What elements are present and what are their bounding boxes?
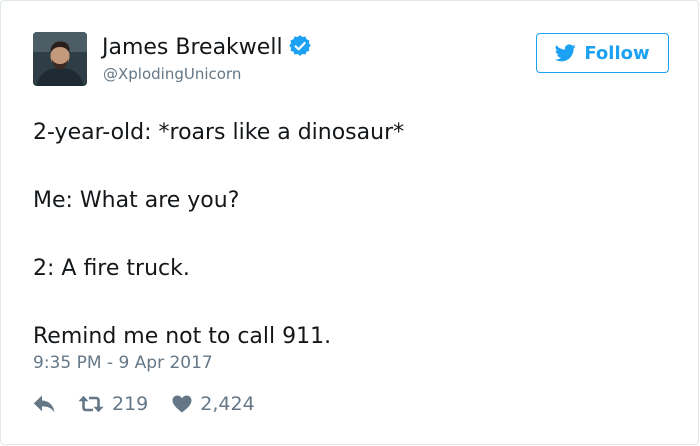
tweet-line: Remind me not to call 911. <box>33 324 332 349</box>
like-count: 2,424 <box>200 393 255 415</box>
like-button[interactable]: 2,424 <box>172 393 255 415</box>
follow-button-label: Follow <box>584 42 650 64</box>
reply-arrow-icon <box>33 395 55 413</box>
retweet-icon <box>78 395 104 413</box>
tweet-line: Me: What are you? <box>33 188 240 213</box>
tweet-card: James Breakwell @XplodingUnicorn Follow … <box>0 0 699 445</box>
author-handle[interactable]: @XplodingUnicorn <box>103 64 241 84</box>
avatar-photo <box>33 32 87 86</box>
tweet-text: 2-year-old: *roars like a dinosaur* Me: … <box>33 116 673 354</box>
tweet-line: 2: A fire truck. <box>33 256 190 281</box>
heart-icon <box>172 395 192 413</box>
retweet-button[interactable]: 219 <box>78 393 148 415</box>
retweet-count: 219 <box>112 393 149 415</box>
tweet-line: 2-year-old: *roars like a dinosaur* <box>33 120 405 145</box>
tweet-actions: 219 2,424 <box>33 390 255 418</box>
tweet-timestamp[interactable]: 9:35 PM - 9 Apr 2017 <box>33 351 213 375</box>
follow-button[interactable]: Follow <box>536 33 669 73</box>
author-name-text: James Breakwell <box>102 35 283 60</box>
twitter-bird-icon <box>555 44 577 62</box>
avatar[interactable] <box>33 32 87 86</box>
verified-badge-icon <box>288 35 311 56</box>
author-name[interactable]: James Breakwell <box>102 34 311 62</box>
reply-button[interactable] <box>33 395 78 413</box>
